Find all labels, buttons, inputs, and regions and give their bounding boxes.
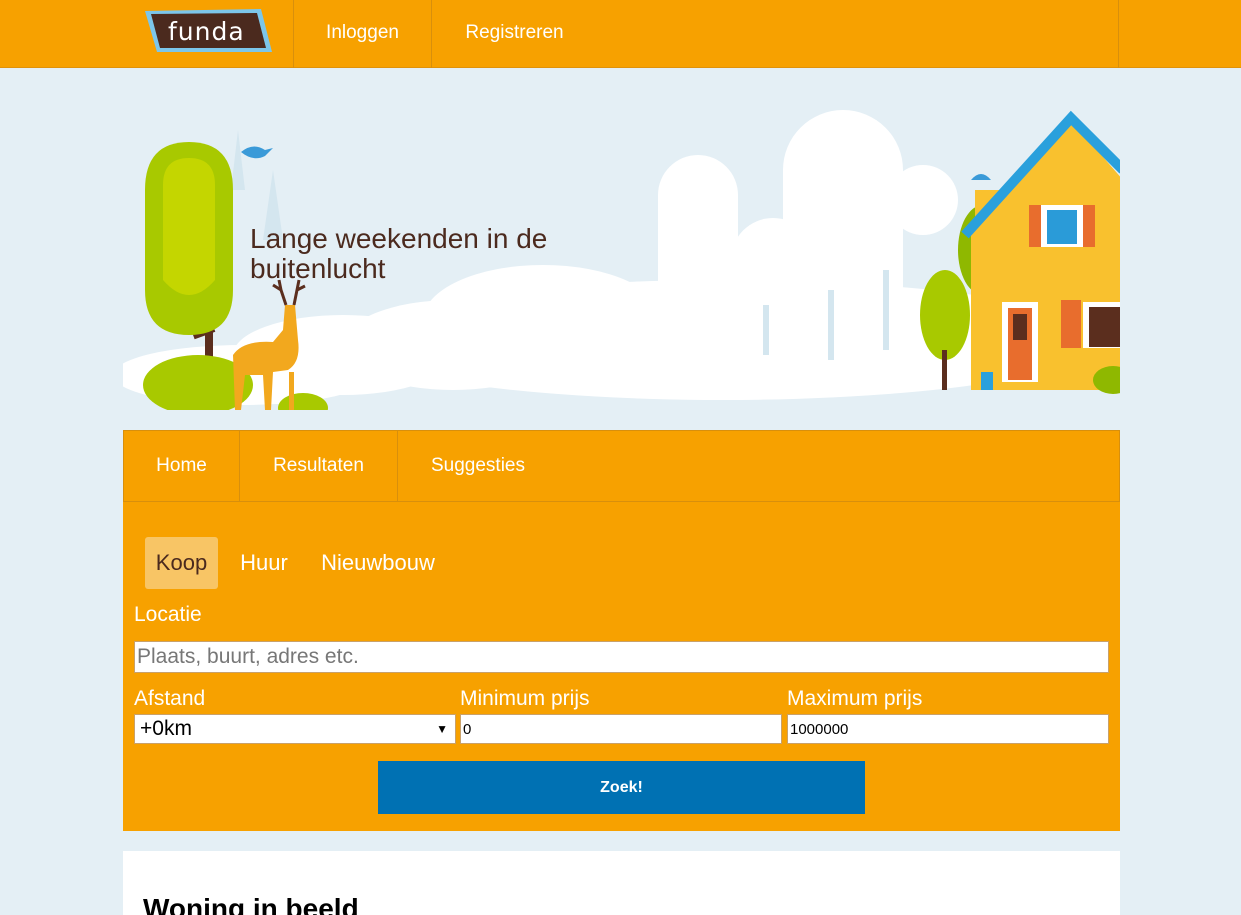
tab-home[interactable]: Home <box>124 431 239 501</box>
tab-resultaten[interactable]: Resultaten <box>240 431 397 501</box>
min-prijs-input[interactable] <box>460 714 782 744</box>
search-panel: Home Resultaten Suggesties Koop Huur Nie… <box>123 430 1120 831</box>
hero-banner: Lange weekenden in de buitenlucht <box>123 90 1120 410</box>
locatie-input[interactable] <box>134 641 1109 673</box>
afstand-select[interactable]: +0km ▼ <box>134 714 456 744</box>
section-title: Woning in beeld <box>143 893 359 915</box>
afstand-value: +0km <box>140 717 192 740</box>
locatie-label: Locatie <box>134 603 202 626</box>
chevron-down-icon: ▼ <box>436 722 448 736</box>
type-koop-button[interactable]: Koop <box>145 537 218 589</box>
hero-title: Lange weekenden in de buitenlucht <box>250 223 548 284</box>
min-prijs-label: Minimum prijs <box>460 687 590 710</box>
register-link[interactable]: Registreren <box>432 0 597 68</box>
max-prijs-label: Maximum prijs <box>787 687 923 710</box>
login-link[interactable]: Inloggen <box>294 0 431 68</box>
funda-logo[interactable]: funda <box>143 8 273 54</box>
afstand-label: Afstand <box>134 687 206 710</box>
type-huur-button[interactable]: Huur <box>229 537 299 589</box>
woning-in-beeld-section: Woning in beeld <box>123 851 1120 915</box>
type-nieuwbouw-button[interactable]: Nieuwbouw <box>313 537 443 589</box>
zoek-button[interactable]: Zoek! <box>378 761 865 814</box>
top-divider <box>1118 0 1119 68</box>
logo-text: funda <box>168 17 245 46</box>
top-bar: funda Inloggen Registreren <box>0 0 1241 68</box>
max-prijs-input[interactable] <box>787 714 1109 744</box>
tab-suggesties[interactable]: Suggesties <box>398 431 558 501</box>
nav-tabs: Home Resultaten Suggesties <box>123 430 1120 502</box>
